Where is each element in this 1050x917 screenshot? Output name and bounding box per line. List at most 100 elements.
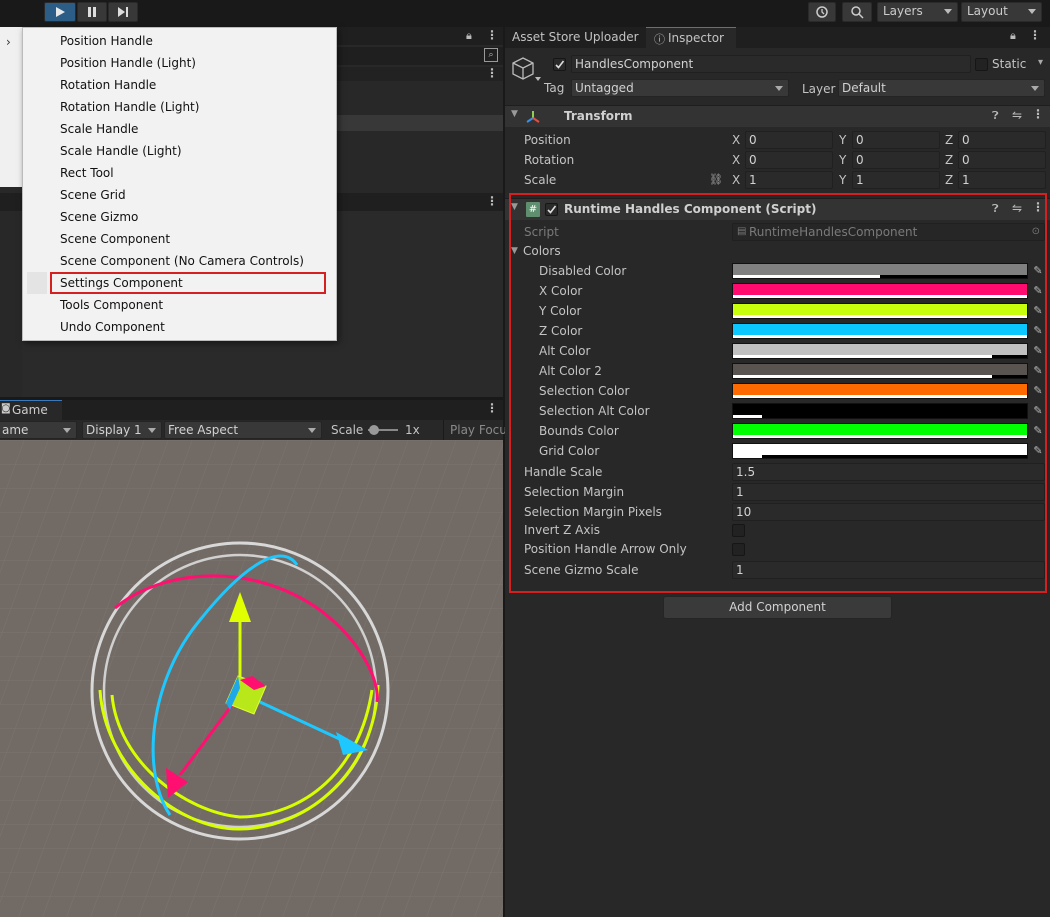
lock-icon[interactable]: 🔒︎ [1010,29,1016,43]
game-view-label: ame [2,423,29,437]
scale-x-field[interactable]: 1 [745,171,833,189]
axis-y-label[interactable]: Y [839,151,846,169]
chevron-right-icon[interactable]: › [6,35,11,49]
search-button[interactable] [842,2,872,22]
game-tab-label: Game [12,403,48,417]
gamepad-icon: ◙ [1,403,11,414]
tab-game[interactable]: ◙ Game [0,400,62,420]
kebab-menu-icon[interactable]: ⋮ [486,28,498,42]
menu-item-scene-component-no-camera[interactable]: Scene Component (No Camera Controls) [60,251,304,271]
transform-header[interactable]: ▼ Transform ❓︎ ⇋ ⋮ [505,105,1050,127]
preset-icon[interactable]: ⇋ [1012,108,1022,122]
axis-x-label[interactable]: X [732,131,740,149]
step-icon [118,7,128,17]
highlight-box [50,272,326,294]
layout-label: Layout [967,4,1008,18]
menu-item-scene-gizmo[interactable]: Scene Gizmo [60,207,138,227]
scale-z-field[interactable]: 1 [958,171,1046,189]
tab-asset-store-uploader[interactable]: Asset Store Uploader [505,27,646,48]
transform-body: Position X 0 Y 0 Z 0 Rotation X 0 Y 0 Z … [505,131,1050,191]
menu-item-position-handle[interactable]: Position Handle [60,31,153,51]
aspect-label: Free Aspect [168,423,239,437]
menu-item-scene-grid[interactable]: Scene Grid [60,185,126,205]
play-icon [56,7,65,17]
axis-z-label[interactable]: Z [945,171,953,189]
scale-value: 1x [405,423,420,437]
menu-item-scale-handle-light[interactable]: Scale Handle (Light) [60,141,182,161]
search-options-icon[interactable]: ⌕ [484,48,498,62]
position-x-field[interactable]: 0 [745,131,833,149]
static-checkbox[interactable] [975,58,988,71]
game-viewport[interactable] [0,440,503,917]
step-button[interactable] [108,2,138,22]
add-component-menu: Position Handle Position Handle (Light) … [22,27,337,341]
rotation-label: Rotation [524,153,575,167]
selected-row[interactable] [337,115,503,131]
tag-dropdown[interactable]: Untagged [571,79,789,97]
position-label: Position [524,133,571,147]
scale-y-field[interactable]: 1 [852,171,940,189]
kebab-menu-icon[interactable]: ⋮ [486,401,498,415]
play-focus-toggle[interactable]: Play Focu [443,420,507,440]
menu-item-rotation-handle[interactable]: Rotation Handle [60,75,156,95]
layers-dropdown[interactable]: Layers [877,2,958,22]
handles-scene [0,440,503,917]
object-name-field[interactable]: HandlesComponent [571,55,971,73]
tab-inspector[interactable]: ⓘ Inspector [646,27,736,48]
active-checkbox[interactable] [553,58,566,71]
menu-item-scene-component[interactable]: Scene Component [60,229,170,249]
aspect-dropdown[interactable]: Free Aspect [164,421,322,439]
kebab-menu-icon[interactable]: ⋮ [486,66,498,80]
chevron-down-icon[interactable]: ▾ [1038,57,1043,68]
menu-item-position-handle-light[interactable]: Position Handle (Light) [60,53,196,73]
menu-item-rect-tool[interactable]: Rect Tool [60,163,114,183]
pause-button[interactable] [77,2,107,22]
menu-item-undo-component[interactable]: Undo Component [60,317,165,337]
chevron-down-icon [775,86,783,91]
axis-y-label[interactable]: Y [839,131,846,149]
chevron-down-icon [944,9,952,14]
game-toolbar: ame Display 1 Free Aspect Scale 1x Play … [0,420,507,440]
axis-z-label[interactable]: Z [945,151,953,169]
add-component-button[interactable]: Add Component [663,596,892,619]
menu-item-scale-handle[interactable]: Scale Handle [60,119,138,139]
scale-slider-thumb[interactable] [369,425,379,435]
kebab-menu-icon[interactable]: ⋮ [1032,107,1044,121]
history-icon [816,6,828,18]
position-z-field[interactable]: 0 [958,131,1046,149]
position-y-field[interactable]: 0 [852,131,940,149]
help-icon[interactable]: ❓︎ [992,109,999,123]
static-label: Static [992,57,1027,71]
history-button[interactable] [808,2,836,22]
scale-label: Scale [331,423,364,437]
kebab-menu-icon[interactable]: ⋮ [1029,28,1041,42]
search-row [337,47,503,65]
checkmark-icon [555,60,565,69]
menu-item-rotation-handle-light[interactable]: Rotation Handle (Light) [60,97,199,117]
play-button[interactable] [44,2,76,22]
tab-inspector-label: Inspector [668,31,724,45]
layer-dropdown[interactable]: Default [838,79,1045,97]
axis-x-label[interactable]: X [732,171,740,189]
axis-x-label[interactable]: X [732,151,740,169]
display-dropdown[interactable]: Display 1 [82,421,162,439]
axis-y-label[interactable]: Y [839,171,846,189]
foldout-arrow-icon[interactable]: ▼ [511,109,518,119]
game-view-dropdown[interactable]: ame [0,421,77,439]
rotation-x-field[interactable]: 0 [745,151,833,169]
constrain-proportions-icon[interactable]: ⛓ [709,173,723,186]
kebab-menu-icon[interactable]: ⋮ [486,194,498,208]
lock-icon[interactable]: 🔒︎ [466,29,472,43]
chevron-down-icon [1028,9,1036,14]
rotation-y-field[interactable]: 0 [852,151,940,169]
chevron-down-icon [148,428,156,433]
layout-dropdown[interactable]: Layout [961,2,1042,22]
rotation-z-field[interactable]: 0 [958,151,1046,169]
search-icon [851,6,864,19]
menu-item-tools-component[interactable]: Tools Component [60,295,163,315]
layer-value: Default [842,81,886,95]
side-strip: › [0,27,22,187]
axis-z-label[interactable]: Z [945,131,953,149]
info-icon: ⓘ [654,33,665,46]
layer-label: Layer [802,82,836,96]
